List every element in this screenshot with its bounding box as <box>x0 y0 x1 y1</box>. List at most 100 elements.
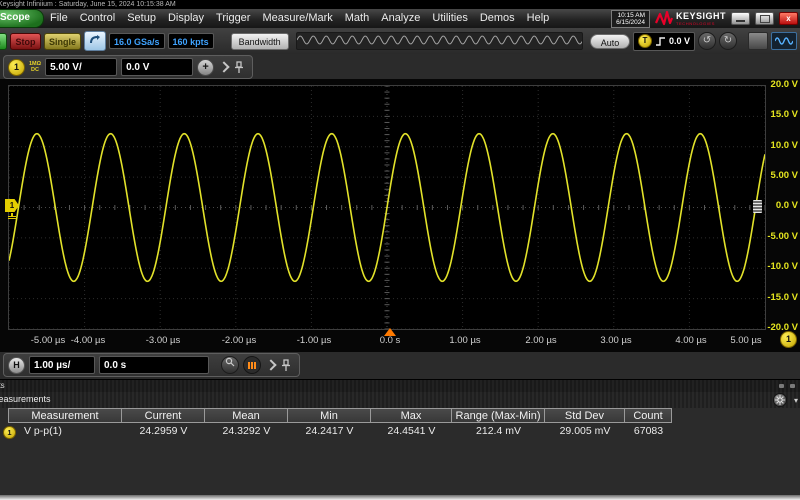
table-header-row: Measurement Current Mean Min Max Range (… <box>0 408 800 423</box>
x-axis-label: -1.00 µs <box>297 335 332 346</box>
menu-file[interactable]: File <box>44 9 74 28</box>
chevron-right-icon[interactable] <box>265 359 276 370</box>
gear-icon <box>775 395 785 405</box>
x-axis-label: -4.00 µs <box>71 335 106 346</box>
col-measurement: Measurement <box>8 408 122 423</box>
menu-help[interactable]: Help <box>521 9 556 28</box>
chevron-down-icon[interactable]: ▾ <box>794 396 798 405</box>
trigger-setup-field[interactable]: T 0.0 V <box>633 32 695 51</box>
scope-menu-button[interactable]: Scope <box>0 9 44 28</box>
x-axis-label: -5.00 µs <box>31 335 66 346</box>
channel-controls-row: 1 1MΩ DC 5.00 V/ 0.0 V + <box>0 54 800 79</box>
measurement-name: 1 V p-p(1) <box>8 423 122 440</box>
panel-minimize-icon[interactable] <box>779 384 784 388</box>
x-axis-label: 4.00 µs <box>675 335 706 346</box>
menu-measure-mark[interactable]: Measure/Mark <box>256 9 338 28</box>
value-mean: 24.3292 V <box>205 423 288 440</box>
results-panel-header[interactable]: Results <box>0 379 800 393</box>
menu-utilities[interactable]: Utilities <box>426 9 473 28</box>
sine-icon <box>775 36 793 46</box>
menu-bar: Scope File Control Setup Display Trigger… <box>0 9 800 28</box>
measurements-tab[interactable]: Measurements ▾ <box>0 392 800 408</box>
measurements-settings-button[interactable] <box>773 393 787 407</box>
keysight-logo: KEYSIGHT TECHNOLOGIES <box>655 11 726 26</box>
menu-analyze[interactable]: Analyze <box>375 9 426 28</box>
acquisition-toolbar: Run Stop Single 16.0 GSa/s 160 kpts Band… <box>0 28 800 54</box>
brand-subtitle: TECHNOLOGIES <box>676 21 726 26</box>
y-axis-label: 15.0 V <box>762 110 798 120</box>
y-axis-label: -5.00 V <box>762 232 798 242</box>
channel1-axis-badge[interactable]: 1 <box>780 331 797 348</box>
x-axis-label: 1.00 µs <box>449 335 480 346</box>
undo-icon[interactable]: ↺ <box>698 32 716 50</box>
value-current: 24.2959 V <box>122 423 205 440</box>
graticule[interactable] <box>8 85 766 330</box>
channel1-offset-field[interactable]: 0.0 V <box>121 58 193 76</box>
x-axis-label: 3.00 µs <box>600 335 631 346</box>
timebase-position-field[interactable]: 0.0 s <box>99 356 209 374</box>
menu-display[interactable]: Display <box>162 9 210 28</box>
minimize-button[interactable] <box>731 12 750 25</box>
single-button[interactable]: Single <box>44 33 81 50</box>
menu-demos[interactable]: Demos <box>474 9 521 28</box>
clock-display: 10:15 AM 6/15/2024 <box>611 10 650 28</box>
trigger-source-badge: T <box>638 34 652 48</box>
bandwidth-button[interactable]: Bandwidth <box>231 33 289 50</box>
display-mode-button[interactable] <box>748 32 768 50</box>
clock-time: 10:15 AM <box>616 12 645 19</box>
trigger-level-marker[interactable] <box>753 200 762 213</box>
table-row[interactable]: 1 V p-p(1) 24.2959 V 24.3292 V 24.2417 V… <box>0 423 800 440</box>
timebase-scale-field[interactable]: 1.00 µs/ <box>29 356 95 374</box>
window-bottom-edge <box>0 495 800 500</box>
menu-control[interactable]: Control <box>74 9 121 28</box>
col-range: Range (Max-Min) <box>452 408 545 423</box>
sample-rate-readout: 16.0 GSa/s <box>109 33 165 49</box>
add-channel-icon[interactable]: + <box>197 59 214 76</box>
touch-icon <box>89 35 101 47</box>
menu-setup[interactable]: Setup <box>121 9 162 28</box>
touch-button[interactable] <box>84 31 106 51</box>
x-axis-label: 0.0 s <box>380 335 401 346</box>
x-axis-label: 2.00 µs <box>525 335 556 346</box>
y-axis-label: -10.0 V <box>762 262 798 272</box>
channel1-badge[interactable]: 1 <box>8 59 25 76</box>
trigger-auto-button[interactable]: Auto <box>590 34 630 49</box>
window-title-bar: Keysight Infiniium : Saturday, June 15, … <box>0 0 800 9</box>
chevron-right-icon[interactable] <box>218 61 229 72</box>
value-max: 24.4541 V <box>371 423 452 440</box>
waveform-view-button[interactable] <box>771 32 797 50</box>
waveform-display-area: 1 20.0 V 15.0 V 10.0 V 5.00 V 0.0 V -5.0… <box>0 79 800 352</box>
horizontal-badge[interactable]: H <box>8 357 25 374</box>
y-axis-label: 20.0 V <box>762 80 798 90</box>
measurement-label: V p-p(1) <box>24 425 62 437</box>
panel-close-icon[interactable] <box>790 384 795 388</box>
y-axis-label: -15.0 V <box>762 293 798 303</box>
pin-icon[interactable] <box>281 359 291 372</box>
pin-icon[interactable] <box>234 61 244 74</box>
waveform-plot <box>9 86 765 329</box>
col-current: Current <box>122 408 205 423</box>
col-mean: Mean <box>205 408 288 423</box>
waveform-overview-scrollbar[interactable] <box>296 32 583 50</box>
trigger-level-value: 0.0 V <box>669 36 690 46</box>
keysight-spark-icon <box>655 11 673 26</box>
close-button[interactable]: x <box>779 12 798 25</box>
menu-math[interactable]: Math <box>339 9 375 28</box>
stop-button[interactable]: Stop <box>10 33 41 50</box>
channel1-control-group: 1 1MΩ DC 5.00 V/ 0.0 V + <box>3 55 253 79</box>
window-title: Keysight Infiniium : Saturday, June 15, … <box>0 0 800 9</box>
magnifier-icon <box>225 357 235 367</box>
maximize-button[interactable] <box>755 12 774 25</box>
horizontal-controls-row: H 1.00 µs/ 0.0 s <box>0 352 800 379</box>
menu-trigger[interactable]: Trigger <box>210 9 256 28</box>
acquisition-spinner-icon[interactable] <box>243 356 261 374</box>
col-stddev: Std Dev <box>545 408 625 423</box>
run-button[interactable]: Run <box>0 33 7 50</box>
value-stddev: 29.005 mV <box>545 423 625 440</box>
ground-symbol-icon <box>8 213 16 219</box>
value-min: 24.2417 V <box>288 423 371 440</box>
y-axis-label: 10.0 V <box>762 141 798 151</box>
zoom-mode-button[interactable] <box>221 356 239 374</box>
redo-icon[interactable]: ↻ <box>719 32 737 50</box>
channel1-scale-field[interactable]: 5.00 V/ <box>45 58 117 76</box>
